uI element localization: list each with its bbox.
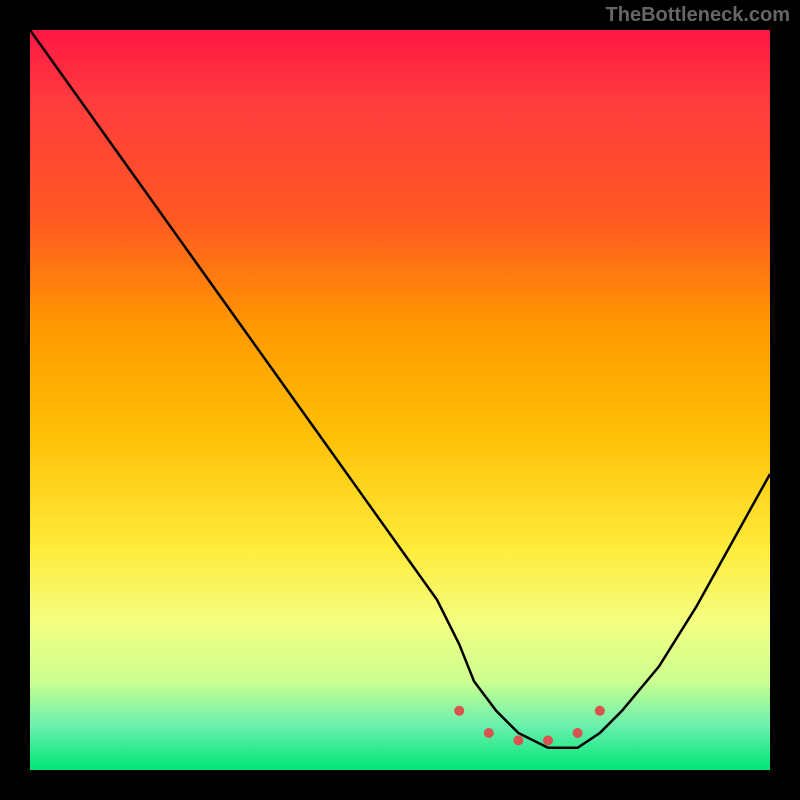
marker-dot <box>573 728 583 738</box>
plot-area <box>30 30 770 770</box>
watermark-text: TheBottleneck.com <box>606 4 790 27</box>
marker-dot <box>513 735 523 745</box>
marker-dot <box>454 706 464 716</box>
chart-svg <box>30 30 770 770</box>
bottleneck-curve <box>30 30 770 748</box>
marker-dot <box>484 728 494 738</box>
marker-dot <box>595 706 605 716</box>
marker-dot <box>543 735 553 745</box>
